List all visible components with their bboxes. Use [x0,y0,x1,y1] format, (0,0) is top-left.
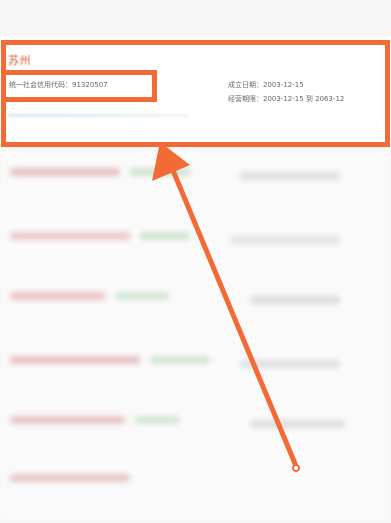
arrow-tail-dot [292,464,300,472]
arrow-head [152,142,190,181]
annotation-arrow [152,142,300,472]
arrow-shaft [169,165,299,469]
